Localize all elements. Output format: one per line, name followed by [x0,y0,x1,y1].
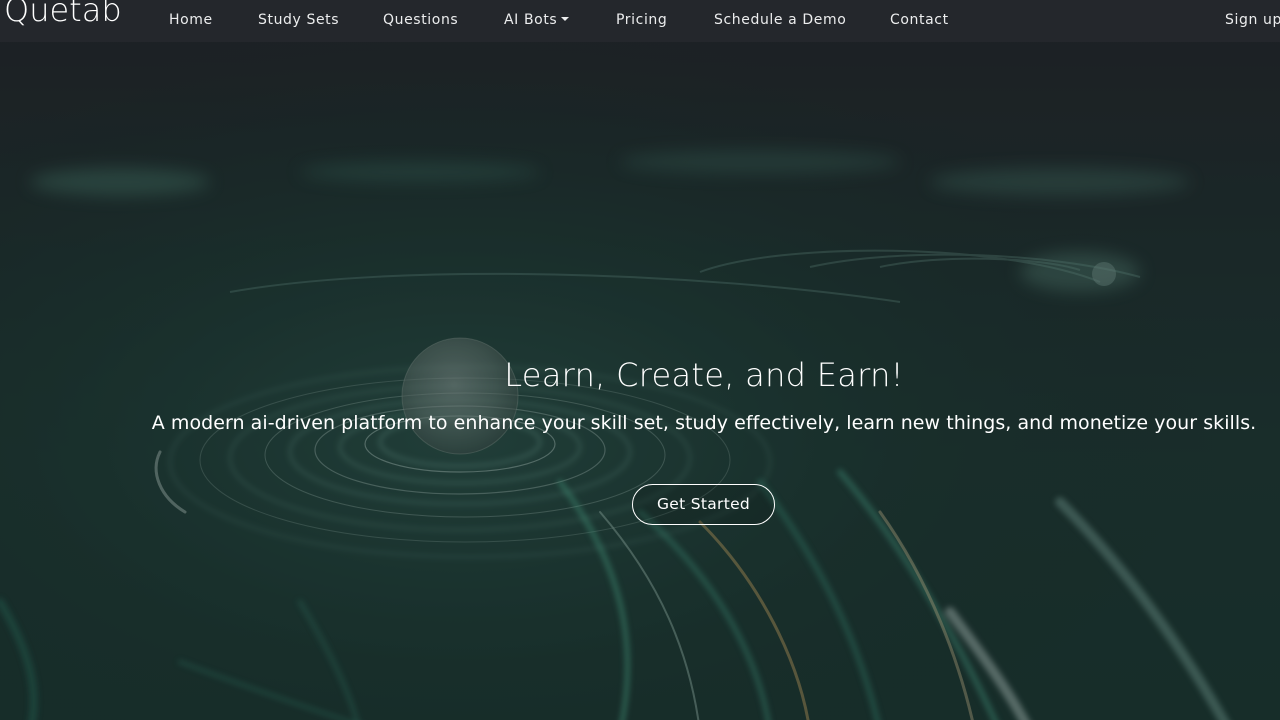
get-started-button[interactable]: Get Started [632,484,775,525]
top-navbar: Quetab Home Study Sets Questions AI Bots… [0,0,1280,42]
nav-item-ai-bots-label: AI Bots [504,12,558,28]
signup-link[interactable]: Sign up [1225,11,1280,29]
nav-item-pricing[interactable]: Pricing [616,11,667,29]
nav-item-contact[interactable]: Contact [890,11,949,29]
page: Quetab Home Study Sets Questions AI Bots… [0,0,1280,720]
brand-logo[interactable]: Quetab [4,0,122,30]
caret-down-icon [561,17,570,21]
hero-title: Learn, Create, and Earn! [504,356,904,394]
nav-item-study-sets[interactable]: Study Sets [258,11,339,29]
nav-item-schedule-demo[interactable]: Schedule a Demo [714,11,846,29]
hero-subtitle: A modern ai-driven platform to enhance y… [151,412,1257,434]
nav-item-home[interactable]: Home [169,11,213,29]
nav-item-questions[interactable]: Questions [383,11,458,29]
hero-section: Learn, Create, and Earn! A modern ai-dri… [0,0,1280,720]
nav-item-ai-bots[interactable]: AI Bots [504,11,570,29]
